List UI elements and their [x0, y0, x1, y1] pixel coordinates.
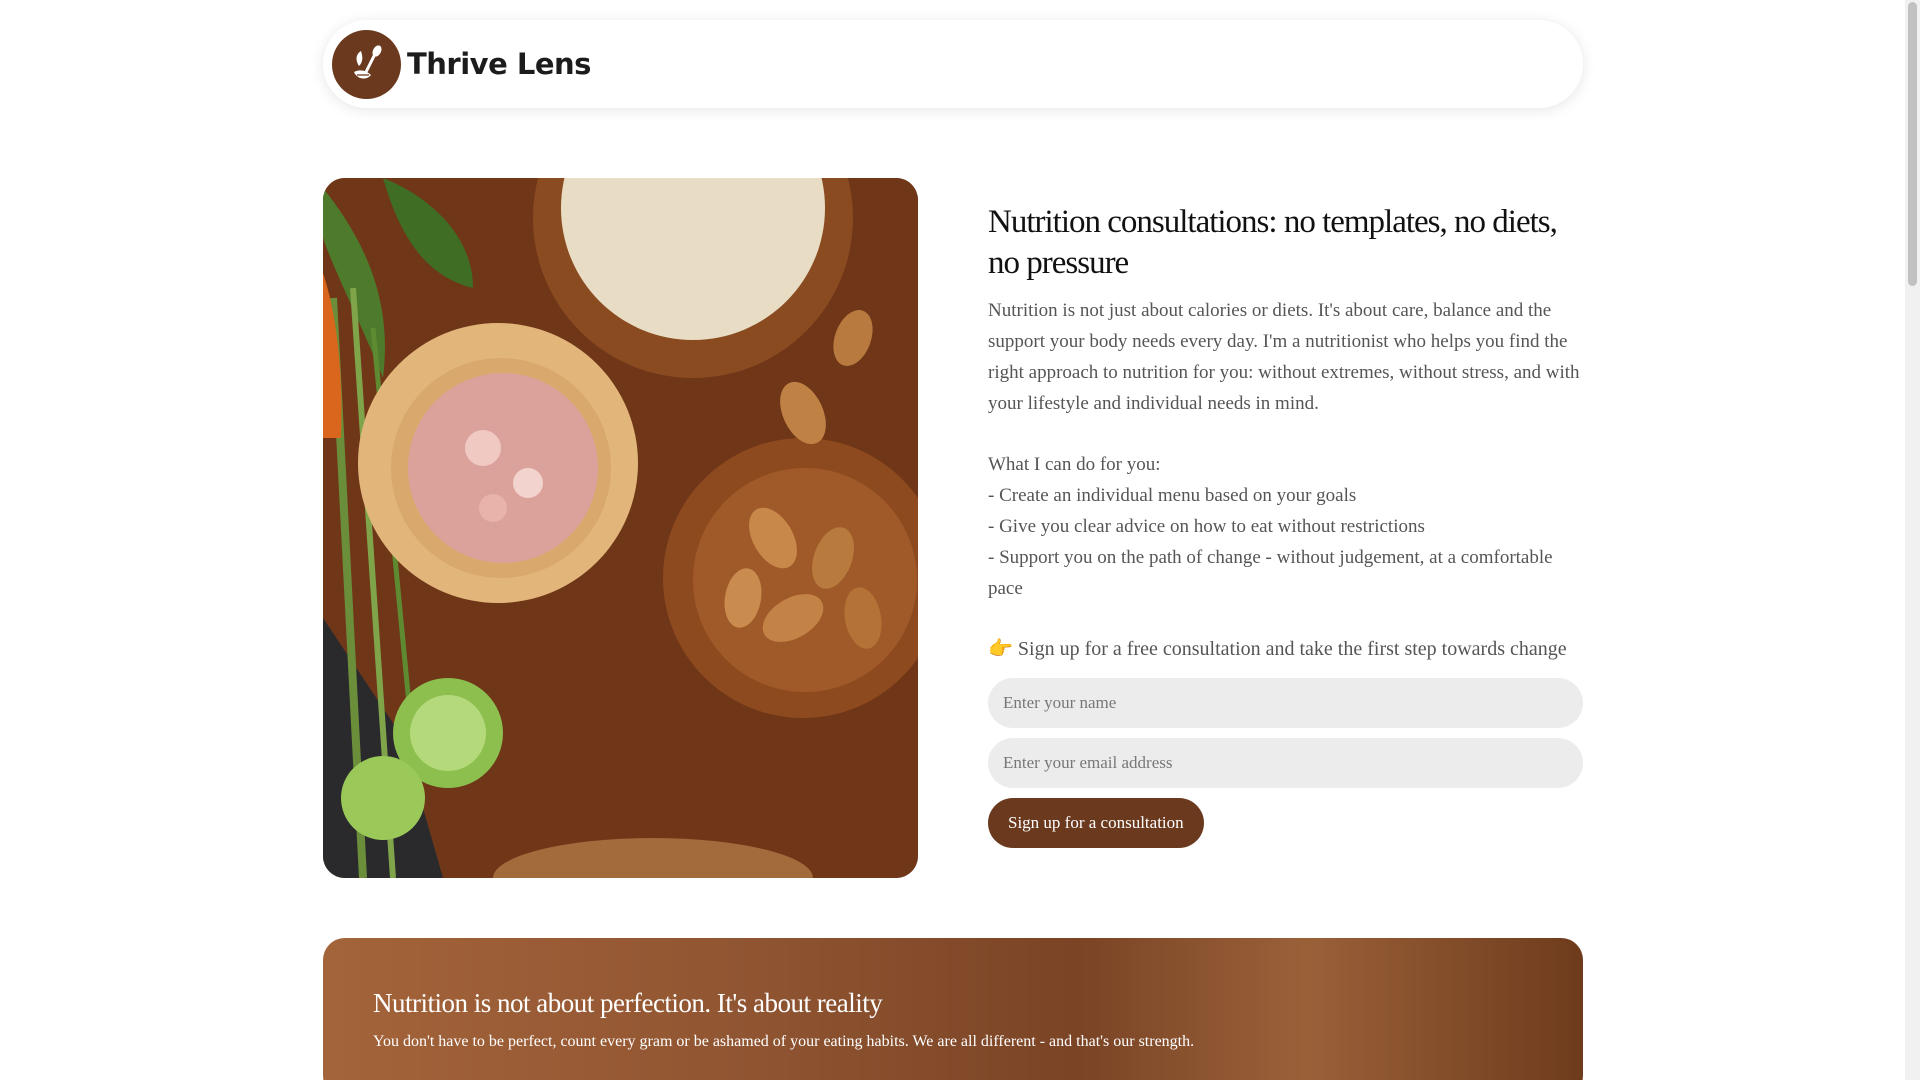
name-input[interactable] — [988, 678, 1583, 728]
page-title: Nutrition consultations: no templates, n… — [988, 204, 1558, 281]
banner-text: You don't have to be perfect, count ever… — [373, 1033, 1195, 1050]
signup-cta-text: Sign up for a free consultation and take… — [1017, 638, 1567, 660]
hero-content: Nutrition consultations: no templates, n… — [988, 202, 1583, 848]
page-scrollbar[interactable] — [1905, 0, 1920, 1080]
offer-item: - Create an individual menu based on you… — [988, 485, 1357, 506]
banner-title: Nutrition is not about perfection. It's … — [373, 988, 883, 1018]
scrollbar-thumb[interactable] — [1908, 2, 1917, 286]
offer-list: What I can do for you: - Create an indiv… — [988, 449, 1583, 604]
reality-banner: Nutrition is not about perfection. It's … — [323, 938, 1583, 1080]
signup-button[interactable]: Sign up for a consultation — [988, 798, 1204, 848]
offer-heading: What I can do for you: — [988, 454, 1161, 475]
offer-item: - Support you on the path of change - wi… — [988, 547, 1553, 599]
pointing-hand-icon: 👉 — [988, 638, 1013, 660]
site-header: Thrive Lens — [323, 20, 1583, 108]
email-input[interactable] — [988, 738, 1583, 788]
food-photo-icon — [323, 178, 918, 878]
logo-icon[interactable] — [332, 29, 401, 99]
consultation-form: Sign up for a consultation — [988, 678, 1583, 848]
brand-name[interactable]: Thrive Lens — [407, 47, 591, 81]
intro-text: Nutrition is not just about calories or … — [988, 300, 1580, 414]
banner-content: Nutrition is not about perfection. It's … — [373, 988, 1194, 1051]
offer-item: - Give you clear advice on how to eat wi… — [988, 516, 1425, 537]
hero-image — [323, 178, 918, 878]
signup-cta: 👉 Sign up for a free consultation and ta… — [988, 634, 1583, 664]
